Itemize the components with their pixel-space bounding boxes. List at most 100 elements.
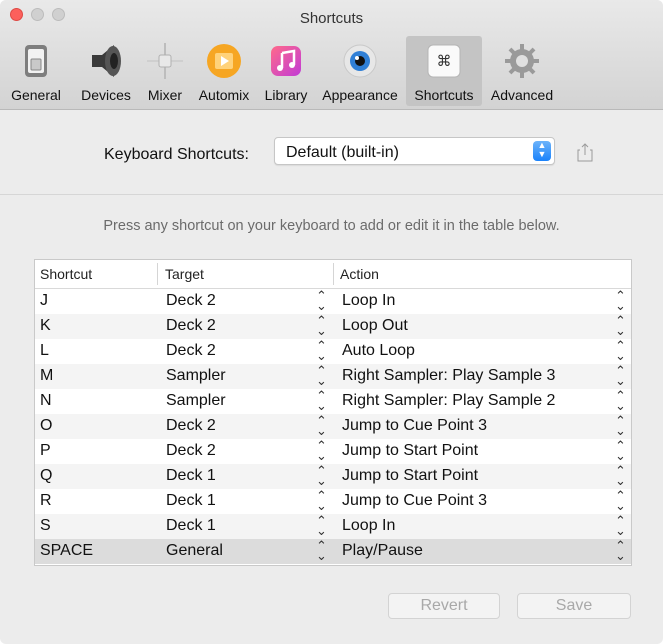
action-popup-chevrons-icon[interactable]: ⌃ ⌄ — [615, 439, 626, 462]
target-cell: Deck 2 — [166, 342, 216, 359]
shortcut-cell: P — [40, 442, 51, 459]
action-cell: Jump to Start Point — [342, 467, 479, 484]
tab-label: Shortcuts — [414, 87, 474, 103]
table-row[interactable]: O Deck 2 ⌃ ⌄ Jump to Cue Point 3 ⌃ ⌄ — [35, 414, 631, 439]
action-popup-chevrons-icon[interactable]: ⌃ ⌄ — [615, 314, 626, 337]
shortcut-cell: SPACE — [40, 542, 94, 559]
action-popup-chevrons-icon[interactable]: ⌃ ⌄ — [615, 389, 626, 412]
column-header-target[interactable]: Target — [165, 266, 204, 282]
target-popup-chevrons-icon[interactable]: ⌃ ⌄ — [316, 414, 327, 437]
music-note-icon — [268, 43, 304, 79]
mixer-slider-icon — [147, 43, 183, 79]
table-row[interactable]: L Deck 2 ⌃ ⌄ Auto Loop ⌃ ⌄ — [35, 339, 631, 364]
preferences-window: Shortcuts General Devices Mixer Automix … — [0, 0, 663, 644]
target-popup-chevrons-icon[interactable]: ⌃ ⌄ — [316, 339, 327, 362]
shortcut-cell: N — [40, 392, 52, 409]
keyboard-shortcuts-label: Keyboard Shortcuts: — [104, 146, 249, 163]
tab-appearance[interactable]: Appearance — [314, 36, 406, 106]
shortcut-cell: Q — [40, 467, 53, 484]
target-popup-chevrons-icon[interactable]: ⌃ ⌄ — [316, 514, 327, 537]
action-popup-chevrons-icon[interactable]: ⌃ ⌄ — [615, 539, 626, 562]
action-popup-chevrons-icon[interactable]: ⌃ ⌄ — [615, 339, 626, 362]
shortcuts-table: Shortcut Target Action J Deck 2 ⌃ ⌄ Loop In ⌃… — [34, 259, 632, 566]
action-cell: Jump to Cue Point 3 — [342, 492, 487, 509]
target-cell: Deck 2 — [166, 292, 216, 309]
window-title: Shortcuts — [299, 10, 364, 27]
action-popup-chevrons-icon[interactable]: ⌃ ⌄ — [615, 514, 626, 537]
table-body: J Deck 2 ⌃ ⌄ Loop In ⌃ ⌄ K Deck 2 ⌃ ⌄ Loop Out ⌃ ⌄ L De… — [35, 289, 631, 564]
shortcut-cell: O — [40, 417, 53, 434]
action-cell: Right Sampler: Play Sample 2 — [342, 392, 556, 409]
tab-label: Library — [264, 87, 308, 103]
action-cell: Play/Pause — [342, 542, 423, 559]
table-row[interactable]: J Deck 2 ⌃ ⌄ Loop In ⌃ ⌄ — [35, 289, 631, 314]
dropdown-chevrons-icon: ▲ ▼ — [533, 141, 551, 161]
target-popup-chevrons-icon[interactable]: ⌃ ⌄ — [316, 289, 327, 312]
column-divider — [157, 263, 158, 285]
gear-icon — [504, 43, 540, 79]
column-divider — [333, 263, 334, 285]
revert-button[interactable]: Revert — [388, 593, 500, 619]
action-popup-chevrons-icon[interactable]: ⌃ ⌄ — [615, 289, 626, 312]
table-row[interactable]: S Deck 1 ⌃ ⌄ Loop In ⌃ ⌄ — [35, 514, 631, 539]
action-popup-chevrons-icon[interactable]: ⌃ ⌄ — [615, 364, 626, 387]
action-popup-chevrons-icon[interactable]: ⌃ ⌄ — [615, 464, 626, 487]
tab-label: Automix — [198, 87, 250, 103]
table-row[interactable]: P Deck 2 ⌃ ⌄ Jump to Start Point ⌃ ⌄ — [35, 439, 631, 464]
shortcut-cell: L — [40, 342, 49, 359]
tab-mixer[interactable]: Mixer — [140, 36, 190, 106]
shortcut-set-dropdown[interactable]: Default (built-in) ▲ ▼ — [274, 137, 555, 165]
tab-library[interactable]: Library — [258, 36, 314, 106]
target-cell: Deck 2 — [166, 417, 216, 434]
table-header: Shortcut Target Action — [35, 260, 631, 289]
column-header-action[interactable]: Action — [340, 266, 379, 282]
target-popup-chevrons-icon[interactable]: ⌃ ⌄ — [316, 489, 327, 512]
target-popup-chevrons-icon[interactable]: ⌃ ⌄ — [316, 439, 327, 462]
tab-automix[interactable]: Automix — [190, 36, 258, 106]
preferences-toolbar: General Devices Mixer Automix Library Ap… — [0, 36, 562, 106]
share-icon[interactable] — [577, 142, 593, 162]
action-cell: Jump to Cue Point 3 — [342, 417, 487, 434]
shortcut-cell: K — [40, 317, 51, 334]
tab-advanced[interactable]: Advanced — [482, 36, 562, 106]
save-button[interactable]: Save — [517, 593, 631, 619]
command-key-icon: ⌘ — [426, 43, 462, 79]
tab-label: Mixer — [147, 87, 183, 103]
action-cell: Right Sampler: Play Sample 3 — [342, 367, 556, 384]
target-cell: Sampler — [166, 367, 226, 384]
target-popup-chevrons-icon[interactable]: ⌃ ⌄ — [316, 464, 327, 487]
shortcut-cell: R — [40, 492, 52, 509]
target-cell: Deck 2 — [166, 317, 216, 334]
column-header-shortcut[interactable]: Shortcut — [40, 266, 92, 282]
general-switch-icon — [18, 43, 54, 79]
table-row[interactable]: N Sampler ⌃ ⌄ Right Sampler: Play Sample 2 ⌃ ⌄ — [35, 389, 631, 414]
target-popup-chevrons-icon[interactable]: ⌃ ⌄ — [316, 539, 327, 562]
action-cell: Loop Out — [342, 317, 408, 334]
table-row[interactable]: SPACE General ⌃ ⌄ Play/Pause ⌃ ⌄ — [35, 539, 631, 564]
table-row[interactable]: K Deck 2 ⌃ ⌄ Loop Out ⌃ ⌄ — [35, 314, 631, 339]
action-cell: Loop In — [342, 517, 396, 534]
tab-label: Appearance — [322, 87, 398, 103]
target-popup-chevrons-icon[interactable]: ⌃ ⌄ — [316, 364, 327, 387]
target-cell: Deck 1 — [166, 467, 216, 484]
tab-label: General — [11, 87, 61, 103]
table-row[interactable]: Q Deck 1 ⌃ ⌄ Jump to Start Point ⌃ ⌄ — [35, 464, 631, 489]
tab-label: Devices — [81, 87, 131, 103]
target-cell: Sampler — [166, 392, 226, 409]
target-popup-chevrons-icon[interactable]: ⌃ ⌄ — [316, 389, 327, 412]
tab-devices[interactable]: Devices — [72, 36, 140, 106]
action-popup-chevrons-icon[interactable]: ⌃ ⌄ — [615, 414, 626, 437]
action-popup-chevrons-icon[interactable]: ⌃ ⌄ — [615, 489, 626, 512]
table-row[interactable]: M Sampler ⌃ ⌄ Right Sampler: Play Sample 3 ⌃ ⌄ — [35, 364, 631, 389]
shortcut-cell: M — [40, 367, 54, 384]
table-row[interactable]: R Deck 1 ⌃ ⌄ Jump to Cue Point 3 ⌃ ⌄ — [35, 489, 631, 514]
tab-shortcuts[interactable]: ⌘ Shortcuts — [406, 36, 482, 106]
tab-label: Advanced — [490, 87, 554, 103]
tab-general[interactable]: General — [0, 36, 72, 106]
target-popup-chevrons-icon[interactable]: ⌃ ⌄ — [316, 314, 327, 337]
svg-text:⌘: ⌘ — [437, 52, 452, 70]
target-cell: Deck 1 — [166, 492, 216, 509]
titlebar-toolbar: Shortcuts General Devices Mixer Automix … — [0, 0, 663, 110]
action-cell: Loop In — [342, 292, 396, 309]
shortcut-cell: J — [40, 292, 48, 309]
